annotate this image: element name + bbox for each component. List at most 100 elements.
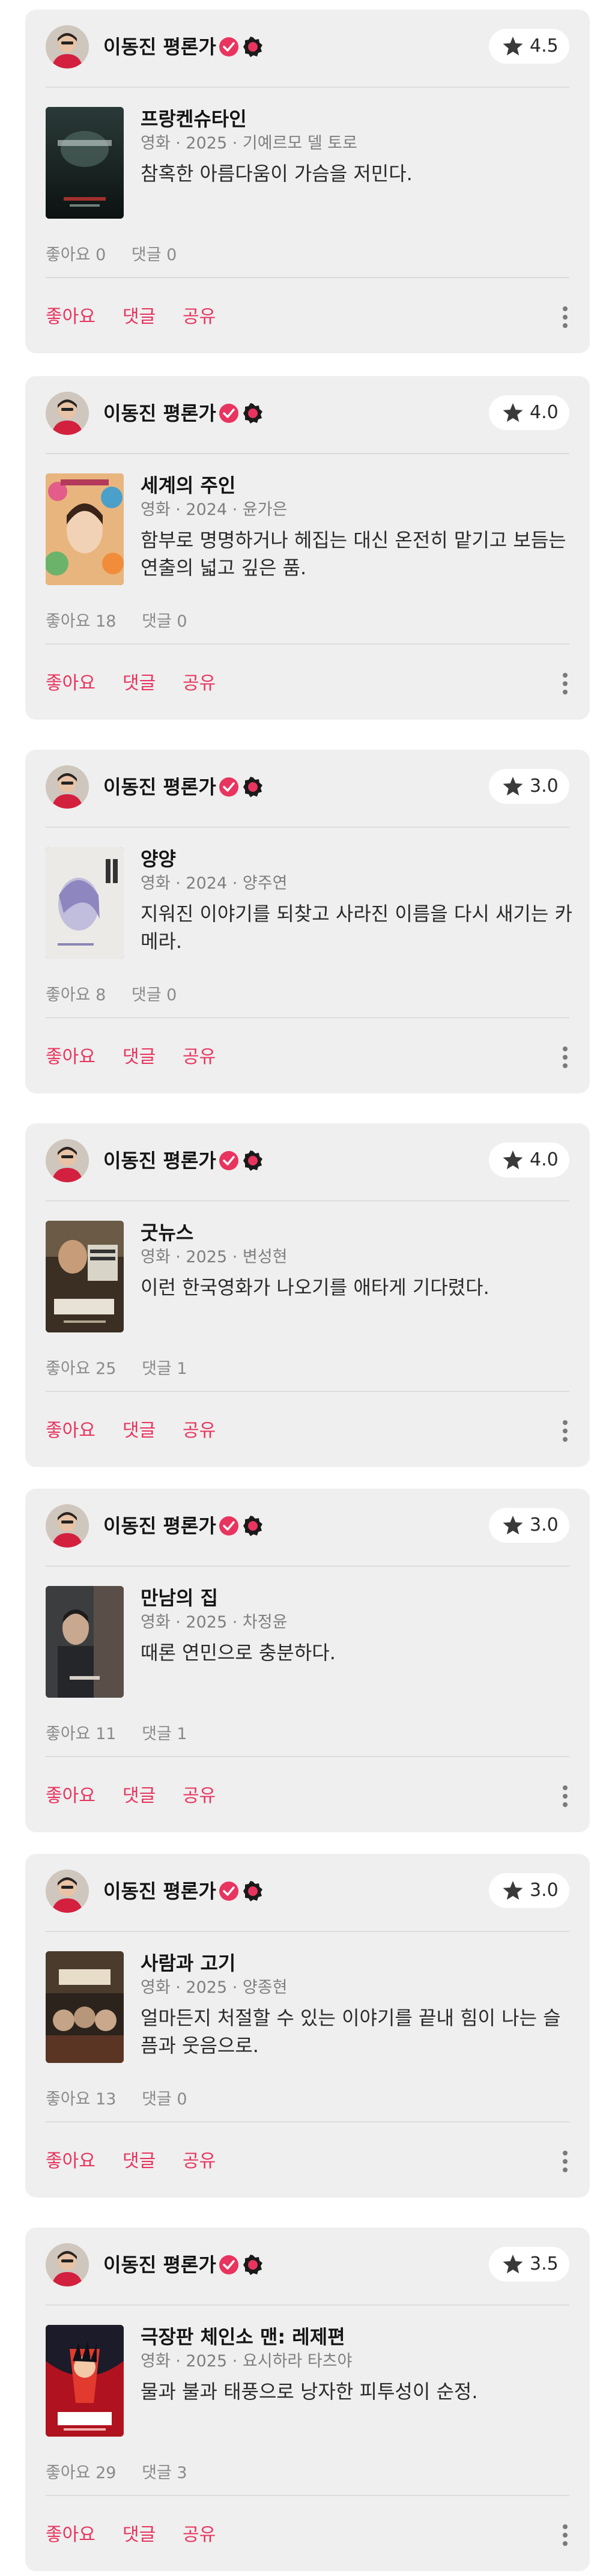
review-card[interactable]: 이동진 평론가 3.0 만남의 집 영화 · 2025 · 차정윤 때론 연민으…	[25, 1489, 590, 1832]
author-name[interactable]: 이동진 평론가	[103, 2253, 216, 2277]
divider	[46, 2304, 569, 2306]
movie-poster[interactable]	[46, 1221, 124, 1332]
like-button[interactable]: 좋아요	[46, 2523, 95, 2547]
share-button[interactable]: 공유	[183, 2523, 216, 2547]
movie-title[interactable]: 세계의 주인	[141, 473, 235, 497]
share-button[interactable]: 공유	[183, 305, 216, 329]
review-card[interactable]: 이동진 평론가 4.5 프랑켄슈타인 영화 · 2025 · 기예르모 델 토로…	[25, 10, 590, 353]
comment-count: 댓글 1	[142, 1725, 187, 1743]
review-text: 함부로 명명하거나 헤집는 대신 온전히 맡기고 보듬는 연출의 넓고 깊은 품…	[141, 529, 566, 579]
avatar[interactable]	[46, 1504, 89, 1548]
author-name[interactable]: 이동진 평론가	[103, 401, 216, 425]
movie-title[interactable]: 만남의 집	[141, 1586, 218, 1610]
more-options-icon[interactable]	[561, 303, 569, 332]
author-name[interactable]: 이동진 평론가	[103, 775, 216, 799]
movie-poster[interactable]	[46, 107, 124, 219]
share-button[interactable]: 공유	[183, 672, 216, 696]
verified-check-icon	[219, 1516, 238, 1536]
comment-button[interactable]: 댓글	[123, 1784, 156, 1808]
divider	[46, 1200, 569, 1201]
movie-title[interactable]: 굿뉴스	[141, 1221, 193, 1245]
share-button[interactable]: 공유	[183, 1419, 216, 1443]
like-button[interactable]: 좋아요	[46, 1419, 95, 1443]
rating-badge: 4.0	[489, 1143, 569, 1177]
divider	[46, 1566, 569, 1567]
review-card[interactable]: 이동진 평론가 3.0 사람과 고기 영화 · 2025 · 양종현 얼마든지 …	[25, 1854, 590, 2198]
author-name[interactable]: 이동진 평론가	[103, 1514, 216, 1538]
comment-button[interactable]: 댓글	[123, 1045, 156, 1069]
movie-poster[interactable]	[46, 2325, 124, 2437]
review-header: 이동진 평론가 3.5	[25, 2228, 590, 2304]
divider	[46, 643, 569, 645]
movie-meta: 영화 · 2025 · 변성현	[141, 1248, 288, 1266]
avatar[interactable]	[46, 1139, 89, 1182]
like-button[interactable]: 좋아요	[46, 672, 95, 696]
divider	[46, 453, 569, 454]
rating-badge: 4.0	[489, 395, 569, 430]
divider	[46, 1756, 569, 1757]
avatar[interactable]	[46, 765, 89, 809]
share-button[interactable]: 공유	[183, 1784, 216, 1808]
like-button[interactable]: 좋아요	[46, 1045, 95, 1069]
movie-title[interactable]: 사람과 고기	[141, 1951, 235, 1975]
review-text: 물과 불과 태풍으로 낭자한 피투성이 순정.	[141, 2380, 478, 2403]
comment-button[interactable]: 댓글	[123, 305, 156, 329]
more-options-icon[interactable]	[561, 669, 569, 698]
movie-poster[interactable]	[46, 1586, 124, 1698]
author-name[interactable]: 이동진 평론가	[103, 35, 216, 59]
movie-poster[interactable]	[46, 847, 124, 959]
review-card[interactable]: 이동진 평론가 4.0 세계의 주인 영화 · 2024 · 윤가은 함부로 명…	[25, 376, 590, 720]
movie-title[interactable]: 프랑켄슈타인	[141, 107, 247, 131]
rating-badge: 3.0	[489, 769, 569, 804]
critic-badge-icon	[243, 777, 262, 797]
avatar[interactable]	[46, 25, 89, 68]
comment-count: 댓글 1	[142, 1359, 187, 1378]
comment-button[interactable]: 댓글	[123, 2149, 156, 2174]
like-button[interactable]: 좋아요	[46, 305, 95, 329]
more-options-icon[interactable]	[561, 2521, 569, 2550]
comment-button[interactable]: 댓글	[123, 1419, 156, 1443]
comment-count: 댓글 3	[142, 2464, 187, 2482]
review-header: 이동진 평론가 3.0	[25, 1854, 590, 1931]
share-button[interactable]: 공유	[183, 2149, 216, 2174]
movie-poster[interactable]	[46, 1951, 124, 2063]
movie-title[interactable]: 양양	[141, 847, 176, 871]
author-name[interactable]: 이동진 평론가	[103, 1879, 216, 1903]
rating-value: 3.0	[530, 1514, 559, 1536]
review-stats: 좋아요 13 댓글 0	[46, 2089, 208, 2110]
movie-meta: 영화 · 2025 · 양종현	[141, 1978, 288, 1997]
avatar[interactable]	[46, 1870, 89, 1913]
more-options-icon[interactable]	[561, 1043, 569, 1072]
critic-badge-icon	[243, 2255, 262, 2275]
rating-value: 3.0	[530, 1880, 559, 1901]
like-count: 좋아요 25	[46, 1359, 117, 1378]
like-button[interactable]: 좋아요	[46, 2149, 95, 2174]
verified-check-icon	[219, 404, 238, 423]
divider	[46, 827, 569, 828]
avatar[interactable]	[46, 392, 89, 435]
review-text: 얼마든지 처절할 수 있는 이야기를 끝내 힘이 나는 슬픔과 웃음으로.	[141, 2006, 561, 2057]
comment-count: 댓글 0	[142, 612, 187, 631]
movie-title[interactable]: 극장판 체인소 맨: 레제편	[141, 2325, 345, 2349]
divider	[46, 2121, 569, 2122]
review-header: 이동진 평론가 4.0	[25, 1123, 590, 1200]
movie-poster[interactable]	[46, 473, 124, 585]
comment-button[interactable]: 댓글	[123, 2523, 156, 2547]
review-stats: 좋아요 0 댓글 0	[46, 245, 197, 266]
divider	[46, 277, 569, 278]
like-button[interactable]: 좋아요	[46, 1784, 95, 1808]
share-button[interactable]: 공유	[183, 1045, 216, 1069]
critic-badge-icon	[243, 403, 262, 424]
review-card[interactable]: 이동진 평론가 3.0 양양 영화 · 2024 · 양주연 지워진 이야기를 …	[25, 750, 590, 1093]
author-name[interactable]: 이동진 평론가	[103, 1149, 216, 1173]
verified-check-icon	[219, 777, 238, 797]
review-card[interactable]: 이동진 평론가 4.0 굿뉴스 영화 · 2025 · 변성현 이런 한국영화가…	[25, 1123, 590, 1467]
more-options-icon[interactable]	[561, 1417, 569, 1445]
comment-button[interactable]: 댓글	[123, 672, 156, 696]
more-options-icon[interactable]	[561, 2147, 569, 2176]
star-icon	[503, 37, 523, 56]
review-card[interactable]: 이동진 평론가 3.5 극장판 체인소 맨: 레제편 영화 · 2025 · 요…	[25, 2228, 590, 2571]
rating-value: 3.5	[530, 2253, 559, 2274]
avatar[interactable]	[46, 2243, 89, 2286]
more-options-icon[interactable]	[561, 1782, 569, 1811]
